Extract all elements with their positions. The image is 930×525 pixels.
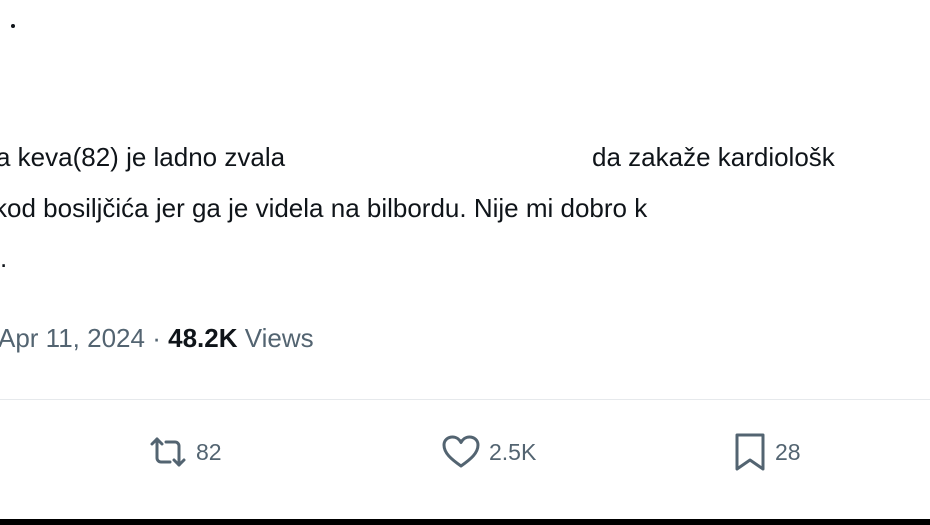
tweet-text-line1-part2: da zakaže kardiološk <box>592 142 835 172</box>
tweet-text-line1-part1: a keva(82) je ladno zvala <box>0 142 286 172</box>
views-count: 48.2K <box>168 323 238 353</box>
retweet-button[interactable]: 82 <box>148 432 222 472</box>
like-count: 2.5K <box>489 438 537 465</box>
tweet-text-line3: . <box>0 243 8 273</box>
views-label: Views <box>244 323 314 353</box>
bottom-edge-bar <box>0 519 930 525</box>
tweet-date[interactable]: Apr 11, 2024 <box>0 323 145 353</box>
meta-separator: · <box>152 323 161 353</box>
retweet-count: 82 <box>196 438 222 465</box>
retweet-icon <box>148 436 188 468</box>
partial-dot <box>11 24 15 28</box>
bookmark-icon <box>733 432 767 472</box>
tweet-text-line2: kod bosiljčića jer ga je videla na bilbo… <box>0 193 648 223</box>
bookmark-button[interactable]: 28 <box>733 432 801 472</box>
bookmark-count: 28 <box>775 438 801 465</box>
heart-icon <box>441 434 481 470</box>
divider <box>0 399 930 400</box>
like-button[interactable]: 2.5K <box>441 432 536 472</box>
tweet-meta: Apr 11, 2024 · 48.2K Views <box>0 323 314 354</box>
